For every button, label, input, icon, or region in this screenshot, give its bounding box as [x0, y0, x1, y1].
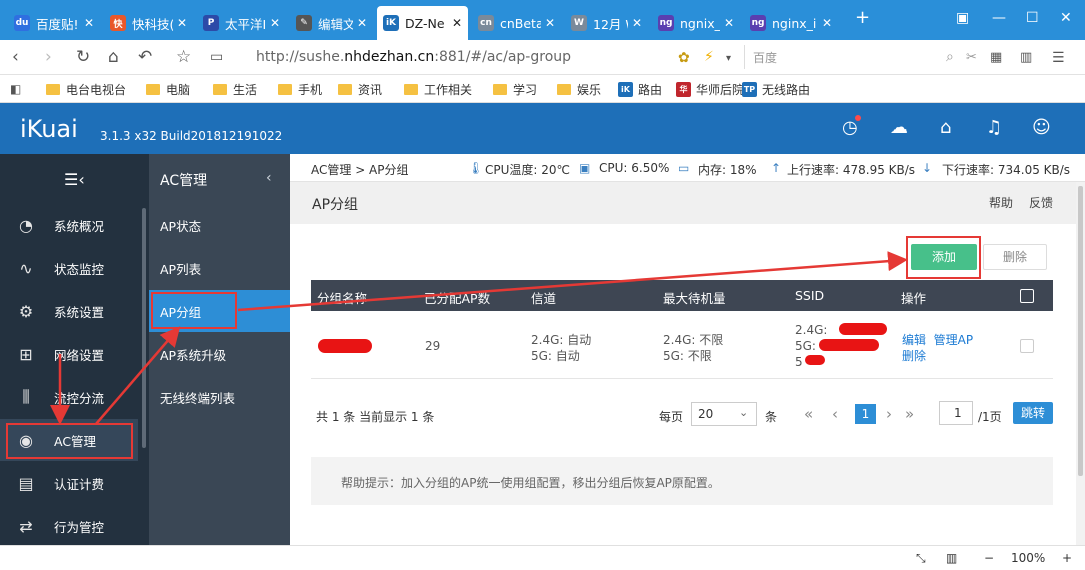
annotation-arrow: [237, 251, 908, 312]
annotation-arrow: [95, 326, 181, 425]
annotation-arrows: [50, 251, 908, 425]
